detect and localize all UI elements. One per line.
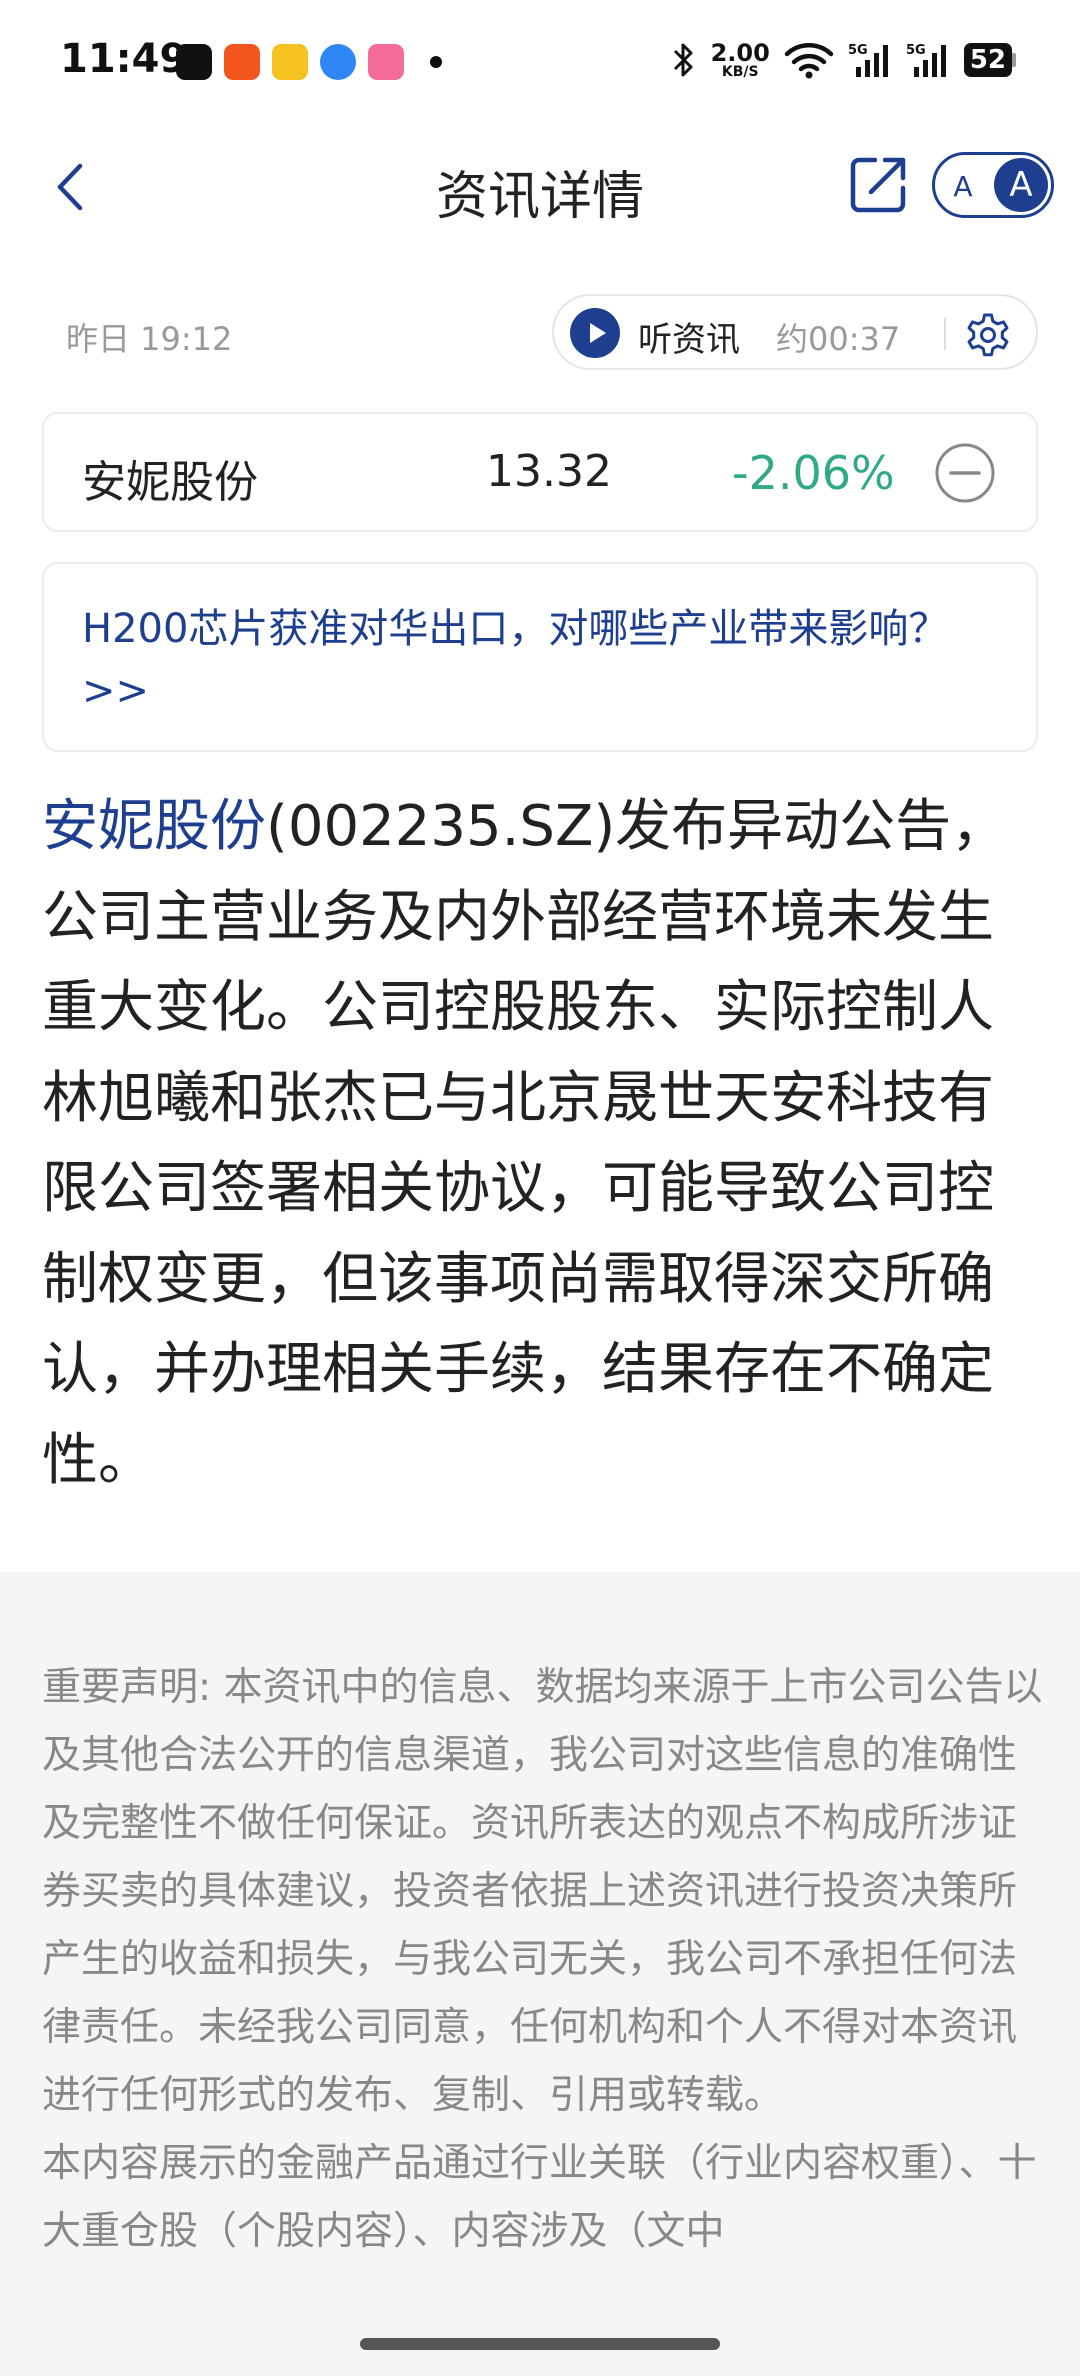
disclaimer-product-note: 本内容展示的金融产品通过行业关联（行业内容权重）、十大重仓股（个股内容）、内容涉… [42, 2141, 1037, 2254]
svg-text:5G: 5G [848, 43, 868, 58]
play-icon[interactable] [570, 308, 620, 358]
disclaimer-section: 重要声明: 本资讯中的信息、数据均来源于上市公司公告以及其他合法公开的信息渠道，… [0, 1572, 1080, 2376]
signal-5g-icon: 5G [848, 43, 888, 77]
disclaimer-text: 重要声明: 本资讯中的信息、数据均来源于上市公司公告以及其他合法公开的信息渠道，… [42, 1654, 1044, 2266]
ali-icon [320, 44, 356, 80]
listen-duration: 约00:37 [776, 320, 901, 358]
stock-change: -2.06% [732, 446, 895, 500]
remove-watchlist-icon[interactable] [934, 442, 996, 504]
related-topic-link[interactable]: H200芯片获准对华出口，对哪些产业带来影响？>> [82, 598, 1000, 722]
more-notifications-dot [430, 56, 442, 68]
gear-icon[interactable] [964, 310, 1012, 358]
battery-indicator: 52 [963, 43, 1016, 77]
svg-text:5G: 5G [906, 43, 926, 58]
divider [944, 318, 946, 350]
disclaimer-statement: 重要声明: 本资讯中的信息、数据均来源于上市公司公告以及其他合法公开的信息渠道，… [42, 1665, 1043, 2118]
font-size-toggle[interactable]: A A [932, 152, 1054, 218]
taobao-icon [224, 44, 260, 80]
signal-5g-icon-2: 5G [906, 43, 946, 77]
nav-bar: 资讯详情 A A [0, 130, 1080, 245]
article-text: (002235.SZ)发布异动公告，公司主营业务及内外部经营环境未发生重大变化。… [42, 794, 1008, 1493]
font-large-option[interactable]: A [994, 158, 1048, 212]
listen-news-button[interactable]: 听资讯 约00:37 [552, 294, 1038, 370]
home-indicator[interactable] [360, 2338, 720, 2350]
stock-name: 安妮股份 [82, 457, 258, 508]
bluetooth-icon [673, 43, 693, 77]
status-right: 2.00 KB/S 5G 5G 52 [671, 40, 1016, 80]
stock-quote-card[interactable]: 安妮股份 13.32 -2.06% [42, 412, 1038, 532]
tiktok-icon [176, 44, 212, 80]
share-icon[interactable] [845, 150, 913, 218]
status-time: 11:49 [60, 36, 188, 82]
publish-time: 昨日 19:12 [66, 320, 233, 358]
bilibili-icon [368, 44, 404, 80]
network-speed: 2.00 KB/S [710, 39, 770, 80]
wifi-icon [784, 43, 834, 79]
font-small-option[interactable]: A [948, 170, 978, 203]
listen-label: 听资讯 [638, 320, 740, 360]
weibo-icon [272, 44, 308, 80]
notification-icons [176, 44, 442, 80]
article-stock-link[interactable]: 安妮股份 [42, 794, 266, 859]
news-detail-screen: 11:49 2.00 KB/S 5G 5G 52 资讯详情 A A 昨日 19:… [0, 0, 1080, 2376]
page-title: 资讯详情 [435, 167, 644, 227]
status-bar: 11:49 2.00 KB/S 5G 5G 52 [0, 0, 1080, 130]
stock-price: 13.32 [486, 446, 612, 497]
article-body: 安妮股份(002235.SZ)发布异动公告，公司主营业务及内外部经营环境未发生重… [42, 782, 1042, 1506]
battery-level: 52 [963, 43, 1012, 77]
related-topic-card[interactable]: H200芯片获准对华出口，对哪些产业带来影响？>> [42, 562, 1038, 752]
